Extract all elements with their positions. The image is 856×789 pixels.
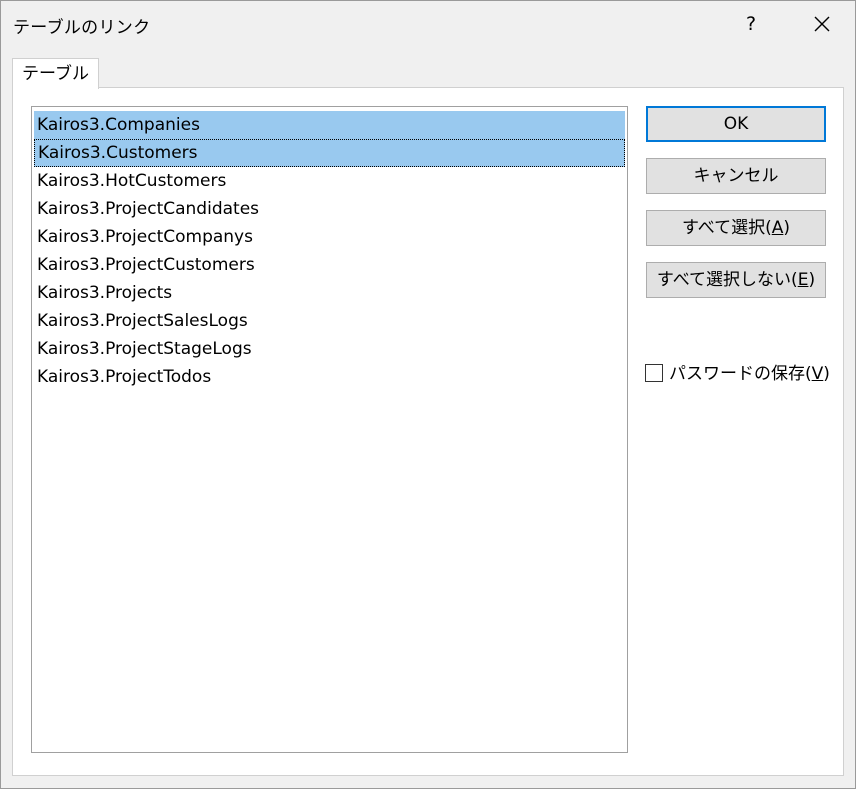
close-icon	[814, 16, 830, 32]
tables-listbox[interactable]: Kairos3.Companies Kairos3.Customers Kair…	[31, 106, 628, 753]
list-item[interactable]: Kairos3.ProjectTodos	[34, 363, 625, 391]
select-all-label: すべて選択(	[681, 218, 772, 238]
save-password-checkbox[interactable]	[645, 364, 663, 382]
cancel-button[interactable]: キャンセル	[646, 158, 826, 194]
ok-button[interactable]: OK	[646, 106, 826, 142]
tab-tables[interactable]: テーブル	[12, 58, 99, 89]
window-title: テーブルのリンク	[13, 18, 151, 38]
save-password-accesskey: V	[811, 364, 824, 384]
list-item[interactable]: Kairos3.Companies	[34, 111, 625, 139]
list-item[interactable]: Kairos3.HotCustomers	[34, 167, 625, 195]
save-password-label[interactable]: パスワードの保存(V)	[669, 363, 830, 385]
save-password-text: パスワードの保存(	[669, 364, 812, 384]
select-all-button[interactable]: すべて選択(A)	[646, 210, 826, 246]
list-item[interactable]: Kairos3.ProjectCompanys	[34, 223, 625, 251]
list-item[interactable]: Kairos3.ProjectSalesLogs	[34, 307, 625, 335]
select-all-accesskey: A	[771, 218, 784, 238]
list-item[interactable]: Kairos3.Projects	[34, 279, 625, 307]
list-item[interactable]: Kairos3.Customers	[34, 139, 625, 167]
list-item[interactable]: Kairos3.ProjectCustomers	[34, 251, 625, 279]
link-tables-dialog: テーブルのリンク ? テーブル Kairos3.Companies Kairos…	[0, 0, 856, 789]
close-button[interactable]	[807, 9, 837, 39]
save-password-text-end: )	[823, 364, 830, 384]
list-item[interactable]: Kairos3.ProjectStageLogs	[34, 335, 625, 363]
deselect-all-label: すべて選択しない(	[656, 270, 798, 290]
deselect-all-button[interactable]: すべて選択しない(E)	[646, 262, 826, 298]
deselect-all-label-end: )	[808, 270, 816, 290]
deselect-all-accesskey: E	[797, 270, 809, 290]
list-item[interactable]: Kairos3.ProjectCandidates	[34, 195, 625, 223]
select-all-label-end: )	[783, 218, 791, 238]
title-bar: テーブルのリンク ?	[1, 1, 855, 45]
help-button[interactable]: ?	[738, 11, 764, 37]
